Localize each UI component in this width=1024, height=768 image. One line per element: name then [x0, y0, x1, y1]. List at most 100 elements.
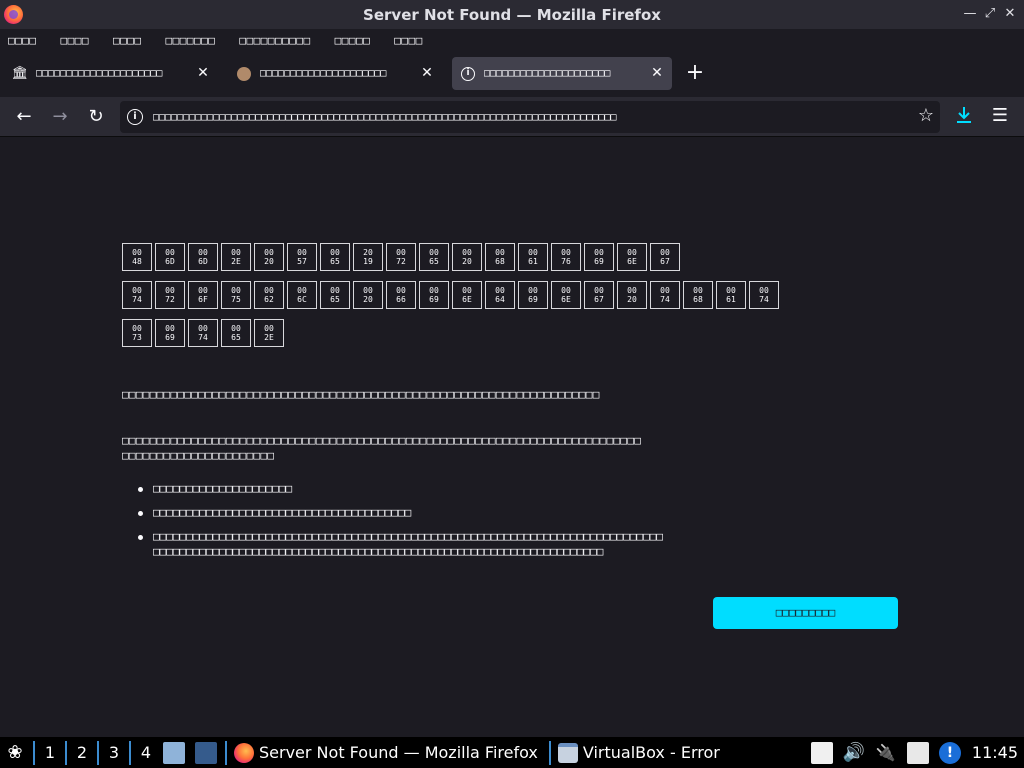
heading-glyph: 00 69: [518, 281, 548, 309]
menu-file[interactable]: □□□□: [8, 34, 37, 47]
downloads-icon[interactable]: [952, 103, 976, 129]
tab-close-icon[interactable]: ✕: [418, 64, 436, 82]
url-bar[interactable]: i □□□□□□□□□□□□□□□□□□□□□□□□□□□□□□□□□□□□□□…: [120, 101, 940, 133]
heading-glyph: 00 2E: [221, 243, 251, 271]
heading-glyph: 00 61: [518, 243, 548, 271]
explain-line-1: □□□□□□□□□□□□□□□□□□□□□□□□□□□□□□□□□□□□□□□□…: [122, 434, 642, 447]
menu-view[interactable]: □□□□: [113, 34, 142, 47]
heading-glyph: 00 69: [584, 243, 614, 271]
file-manager-icon[interactable]: [163, 741, 185, 764]
terminal-icon[interactable]: [195, 741, 217, 764]
minimize-icon[interactable]: —: [960, 4, 980, 24]
error-explain-text: □□□□□□□□□□□□□□□□□□□□□□□□□□□□□□□□□□□□□□□□…: [122, 433, 641, 463]
list-item: □□□□□□□□□□□□□□□□□□□□□□□□□□□□□□□□□□□□□□□□…: [138, 529, 898, 559]
taskbar-task-virtualbox[interactable]: VirtualBox - Error: [557, 742, 720, 763]
heading-glyph: 00 69: [155, 319, 185, 347]
heading-row: 00 48 00 6D 00 6D 00 2E 00 20 00 57 00 65 20 19…: [122, 243, 802, 271]
task-label: VirtualBox - Error: [582, 743, 720, 762]
workspace-2[interactable]: 2: [70, 743, 94, 762]
avatar-icon: [236, 66, 252, 82]
tab-1[interactable]: 🏛 □□□□□□□□□□□□□□□□□□□□□ ✕: [4, 57, 218, 90]
heading-glyph: 00 73: [122, 319, 152, 347]
taskbar-task-firefox[interactable]: Server Not Found — Mozilla Firefox: [234, 742, 538, 763]
tab-title: □□□□□□□□□□□□□□□□□□□□□: [36, 68, 163, 79]
heading-glyph: 00 57: [287, 243, 317, 271]
alert-icon[interactable]: !: [938, 741, 961, 764]
heading-glyph: 20 19: [353, 243, 383, 271]
menu-help[interactable]: □□□□: [394, 34, 423, 47]
separator: [65, 740, 67, 765]
heading-glyph: 00 2E: [254, 319, 284, 347]
info-icon: i: [460, 66, 476, 82]
heading-glyph: 00 6E: [617, 243, 647, 271]
forward-button[interactable]: →: [46, 103, 74, 131]
workspace-3[interactable]: 3: [102, 743, 126, 762]
site-info-icon[interactable]: i: [127, 109, 143, 125]
explain-line-2: □□□□□□□□□□□□□□□□□□□□□□: [122, 449, 275, 462]
heading-glyph: 00 74: [122, 281, 152, 309]
network-icon[interactable]: 🔌: [875, 742, 897, 764]
bookmark-star-icon[interactable]: ☆: [918, 105, 934, 126]
error-heading: 00 48 00 6D 00 6D 00 2E 00 20 00 57 00 65 20 19…: [122, 243, 802, 357]
back-button[interactable]: ←: [10, 103, 38, 131]
tab-close-icon[interactable]: ✕: [194, 64, 212, 82]
heading-glyph: 00 6E: [551, 281, 581, 309]
heading-glyph: 00 74: [650, 281, 680, 309]
heading-glyph: 00 67: [650, 243, 680, 271]
museum-icon: 🏛: [11, 66, 29, 81]
heading-glyph: 00 66: [386, 281, 416, 309]
clock: 11:45: [971, 743, 1018, 762]
tab-title: □□□□□□□□□□□□□□□□□□□□□: [260, 68, 387, 79]
hamburger-menu-icon[interactable]: ☰: [988, 103, 1012, 129]
window-titlebar: Server Not Found — Mozilla Firefox — ⤢ ✕: [0, 0, 1024, 29]
heading-glyph: 00 75: [221, 281, 251, 309]
restore-icon[interactable]: ⤢: [980, 4, 1000, 24]
heading-glyph: 00 68: [683, 281, 713, 309]
error-page: 00 48 00 6D 00 6D 00 2E 00 20 00 57 00 65 20 19…: [0, 137, 1024, 737]
system-tray: 🔊 🔌 ! 11:45: [806, 737, 1024, 768]
heading-glyph: 00 72: [155, 281, 185, 309]
heading-row: 00 74 00 72 00 6F 00 75 00 62 00 6C 00 65 00 20…: [122, 281, 802, 309]
url-text[interactable]: □□□□□□□□□□□□□□□□□□□□□□□□□□□□□□□□□□□□□□□□…: [153, 112, 873, 123]
start-menu-icon[interactable]: ❀: [0, 737, 30, 768]
tab-title: □□□□□□□□□□□□□□□□□□□□□: [484, 68, 611, 79]
heading-glyph: 00 65: [320, 281, 350, 309]
heading-glyph: 00 65: [221, 319, 251, 347]
heading-glyph: 00 48: [122, 243, 152, 271]
menu-history[interactable]: □□□□□□□: [166, 34, 216, 47]
notes-icon[interactable]: [810, 741, 833, 764]
heading-glyph: 00 20: [353, 281, 383, 309]
tab-2[interactable]: □□□□□□□□□□□□□□□□□□□□□ ✕: [228, 57, 442, 90]
window-icon: [557, 742, 578, 763]
heading-glyph: 00 67: [584, 281, 614, 309]
list-item: □□□□□□□□□□□□□□□□□□□□□□□□□□□□□□□□□□□□□□□: [138, 505, 898, 520]
heading-glyph: 00 65: [419, 243, 449, 271]
heading-glyph: 00 64: [485, 281, 515, 309]
tab-3-active[interactable]: i □□□□□□□□□□□□□□□□□□□□□ ✕: [452, 57, 672, 90]
heading-glyph: 00 65: [320, 243, 350, 271]
menu-bar: □□□□ □□□□ □□□□ □□□□□□□ □□□□□□□□□□ □□□□□ …: [0, 29, 1024, 51]
new-tab-button[interactable]: +: [683, 59, 707, 87]
heading-glyph: 00 6F: [188, 281, 218, 309]
heading-glyph: 00 20: [452, 243, 482, 271]
reload-button[interactable]: ↻: [82, 103, 110, 131]
menu-bookmarks[interactable]: □□□□□□□□□□: [239, 34, 310, 47]
heading-row: 00 73 00 69 00 74 00 65 00 2E: [122, 319, 802, 347]
menu-tools[interactable]: □□□□□: [335, 34, 371, 47]
menu-edit[interactable]: □□□□: [61, 34, 90, 47]
workspace-1[interactable]: 1: [38, 743, 62, 762]
taskbar: ❀ 1 2 3 4 Server Not Found — Mozilla Fir…: [0, 737, 1024, 768]
clipboard-icon[interactable]: [906, 741, 929, 764]
close-window-icon[interactable]: ✕: [1000, 4, 1020, 24]
heading-glyph: 00 68: [485, 243, 515, 271]
separator: [548, 740, 551, 765]
heading-glyph: 00 6C: [287, 281, 317, 309]
heading-glyph: 00 61: [716, 281, 746, 309]
try-again-button[interactable]: □□□□□□□□□: [713, 597, 898, 629]
heading-glyph: 00 74: [188, 319, 218, 347]
tab-close-icon[interactable]: ✕: [648, 64, 666, 82]
heading-glyph: 00 69: [419, 281, 449, 309]
separator: [129, 740, 131, 765]
workspace-4[interactable]: 4: [134, 743, 158, 762]
volume-icon[interactable]: 🔊: [843, 742, 865, 764]
